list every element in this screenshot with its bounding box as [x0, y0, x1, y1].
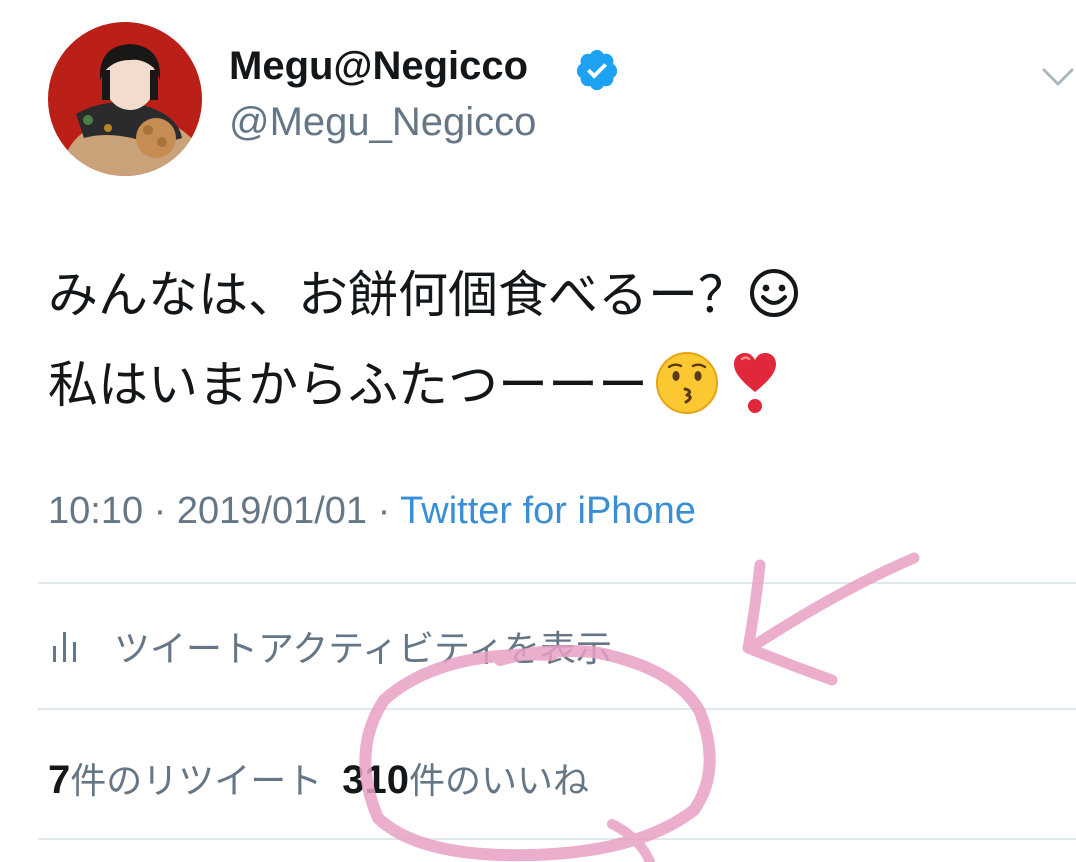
- tweet-activity-label: ツイートアクティビティを表示: [114, 629, 612, 670]
- tweet-line-2: 私はいまからふたつーーー: [48, 340, 1058, 430]
- verified-badge-icon: [576, 49, 618, 91]
- tweet-meta: 10:10 · 2019/01/01 · Twitter for iPhone: [48, 490, 696, 533]
- divider: [38, 838, 1076, 840]
- divider: [38, 582, 1076, 584]
- display-name[interactable]: Megu@Negicco: [229, 44, 528, 89]
- view-tweet-activity-button[interactable]: ツイートアクティビティを表示: [48, 620, 612, 672]
- kissing-face-emoji-icon: [656, 351, 718, 414]
- tweet-line-2-text: 私はいまからふたつーーー: [48, 356, 648, 414]
- heart-exclamation-emoji-icon: [734, 352, 776, 413]
- likes-count: 310: [342, 758, 410, 802]
- chevron-down-icon[interactable]: [1040, 62, 1076, 92]
- meta-separator-1: ·: [143, 490, 177, 532]
- likes-stat[interactable]: 310件のいいね: [342, 758, 590, 802]
- tweet-source-link[interactable]: Twitter for iPhone: [400, 490, 696, 532]
- divider: [38, 708, 1076, 710]
- likes-label: 件のいいね: [409, 761, 590, 802]
- retweets-stat[interactable]: 7件のリツイート: [48, 758, 323, 802]
- avatar[interactable]: [48, 22, 202, 176]
- tweet-date: 2019/01/01: [176, 490, 368, 532]
- retweets-label: 件のリツイート: [70, 761, 323, 802]
- smiling-face-emoji-icon: [750, 268, 798, 317]
- bar-chart-icon: [53, 632, 76, 662]
- tweet-line-1-text: みんなは、お餅何個食べるー？: [48, 266, 748, 324]
- tweet-line-1: みんなは、お餅何個食べるー？: [48, 250, 1058, 340]
- user-handle[interactable]: @Megu_Negicco: [229, 100, 536, 145]
- tweet-time: 10:10: [48, 490, 144, 532]
- retweets-count: 7: [48, 758, 71, 802]
- annotation-arrow-icon: [749, 552, 920, 651]
- meta-separator-2: ·: [367, 490, 401, 532]
- tweet-text: みんなは、お餅何個食べるー？ 私はいまからふたつーーー: [48, 250, 1058, 430]
- tweet-stats: 7件のリツイート 310件のいいね: [48, 752, 589, 804]
